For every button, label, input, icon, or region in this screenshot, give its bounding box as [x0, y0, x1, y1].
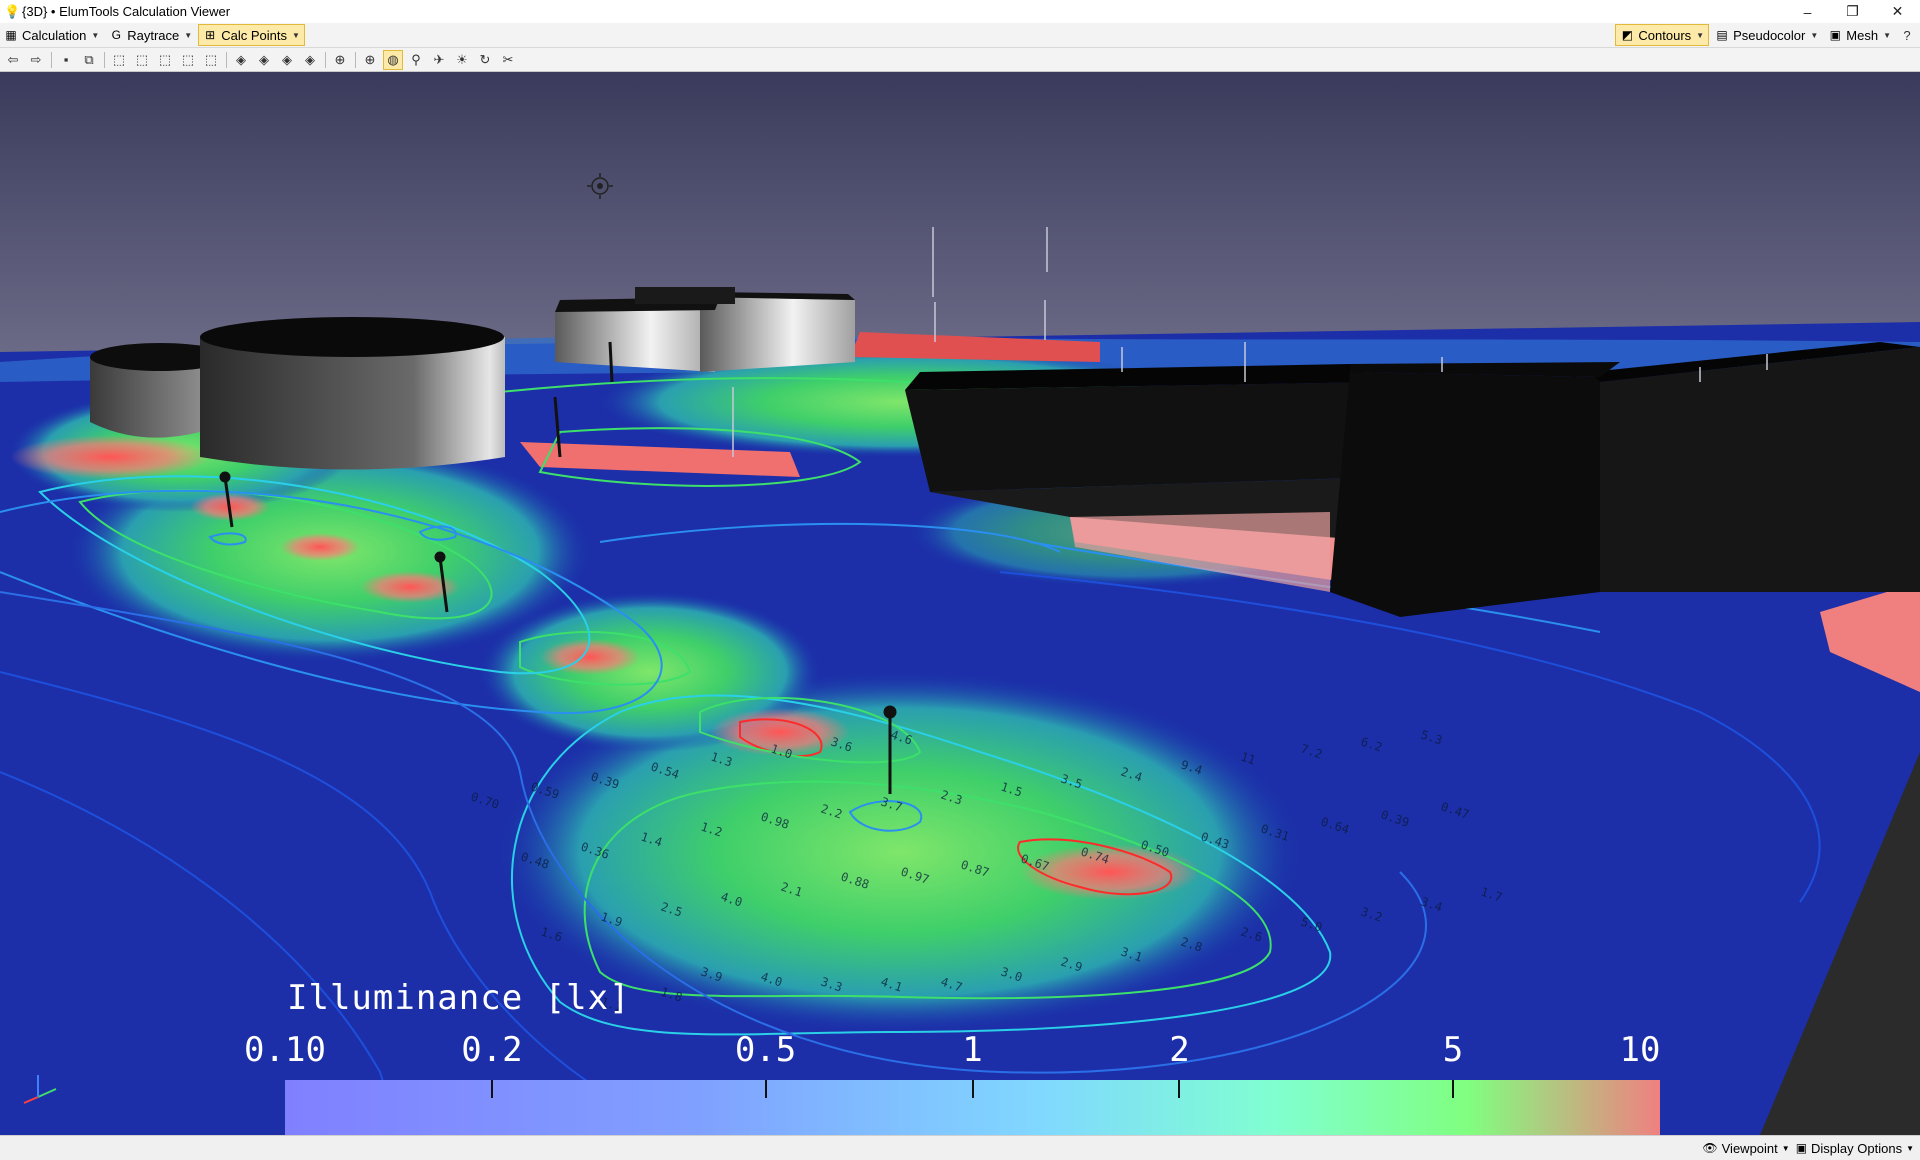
- legend-tick-label: 5: [1442, 1030, 1464, 1070]
- chevron-down-icon: ▼: [1810, 30, 1819, 40]
- toolbar-separator: [355, 51, 356, 68]
- toolbar-separator: [226, 51, 227, 68]
- lightbulb-icon[interactable]: ☀: [452, 50, 472, 70]
- hotspot: [280, 533, 360, 561]
- chevron-down-icon: ▼: [1696, 30, 1705, 40]
- view-iso-icon[interactable]: ⬚: [178, 50, 198, 70]
- calc-points-label: Calc Points: [221, 27, 287, 43]
- viewpoint-label: Viewpoint: [1721, 1140, 1778, 1156]
- mesh-label: Mesh: [1846, 27, 1879, 43]
- zoom-icon[interactable]: ⊕: [360, 50, 380, 70]
- legend-tick-label: 1: [962, 1030, 983, 1070]
- restore-button[interactable]: ❐: [1830, 0, 1875, 23]
- fly-icon[interactable]: ✈: [429, 50, 449, 70]
- chevron-down-icon: ▼: [1883, 30, 1891, 40]
- walk-icon[interactable]: ⚲: [406, 50, 426, 70]
- toolbar-separator: [325, 51, 326, 68]
- close-button[interactable]: ✕: [1875, 0, 1920, 23]
- pseudocolor-label: Pseudocolor: [1733, 27, 1806, 43]
- toolbar-separator: [51, 51, 52, 68]
- pole-head: [219, 471, 231, 483]
- grid-points-icon: ⊞: [205, 28, 216, 42]
- calc-points-dropdown[interactable]: ⊞ Calc Points ▼: [198, 24, 305, 46]
- display-options-dropdown[interactable]: ▣ Display Options ▼: [1796, 1141, 1914, 1156]
- help-icon[interactable]: ?: [1897, 25, 1917, 45]
- legend-tick-label: 2: [1169, 1030, 1190, 1070]
- pole-head: [434, 551, 446, 563]
- chevron-down-icon: ▼: [1781, 1143, 1790, 1153]
- monitor-icon: ▣: [1795, 1141, 1808, 1155]
- calculation-label: Calculation: [22, 27, 87, 43]
- spin-icon[interactable]: ◈: [300, 50, 320, 70]
- 3d-viewport[interactable]: 1.1 1.8 3.9 4.0 3.3 4.1 4.7 3.0 2.9 3.1 2.8 2.6 5.0 3…: [0, 72, 1920, 1135]
- view-top-icon[interactable]: ⬚: [109, 50, 129, 70]
- pseudocolor-dropdown[interactable]: ▤ Pseudocolor ▼: [1711, 24, 1822, 46]
- scene-canvas[interactable]: 1.1 1.83.9 4.0 3.3 4.1 4.7 3.0 2.9 3.1 2.8 2.6 5.0 3…: [0, 72, 1920, 1135]
- rotate-icon[interactable]: ◈: [277, 50, 297, 70]
- forward-icon[interactable]: ⇨: [26, 50, 46, 70]
- legend-tick-mark: [971, 1080, 974, 1098]
- mesh-dropdown[interactable]: ▣ Mesh ▼: [1824, 24, 1895, 46]
- pole-head: [883, 705, 897, 719]
- back-icon[interactable]: ⇦: [3, 50, 23, 70]
- calculator-icon: ▦: [5, 28, 17, 42]
- eye-icon: 👁: [1702, 1141, 1718, 1155]
- copy-icon[interactable]: ⧉: [79, 50, 99, 70]
- display-options-label: Display Options: [1811, 1140, 1903, 1156]
- chevron-down-icon: ▼: [184, 30, 193, 40]
- legend-tick-mark: [1178, 1080, 1181, 1098]
- toolbar-right-group: ◩ Contours ▼ ▤ Pseudocolor ▼ ▣ Mesh ▼ ?: [1615, 24, 1920, 46]
- building-back-center[interactable]: [555, 287, 855, 372]
- view-side-icon[interactable]: ⬚: [155, 50, 175, 70]
- legend-tick-label: 0.10: [244, 1030, 326, 1070]
- contours-icon: ◩: [1621, 28, 1634, 42]
- calculation-dropdown[interactable]: ▦ Calculation ▼: [0, 24, 103, 46]
- contours-label: Contours: [1638, 27, 1692, 43]
- save-icon[interactable]: ▪: [56, 50, 76, 70]
- mesh-icon: ▣: [1829, 28, 1841, 42]
- pseudocolor-icon: ▤: [1716, 28, 1728, 42]
- zoom-window-icon[interactable]: ⊕: [330, 50, 350, 70]
- raytrace-label: Raytrace: [127, 27, 180, 43]
- globe-icon[interactable]: ◍: [383, 49, 403, 70]
- legend-title: Illuminance [lx]: [287, 978, 631, 1018]
- building-cylinder-main[interactable]: [200, 317, 505, 470]
- status-bar: 👁 Viewpoint ▼ ▣ Display Options ▼: [0, 1135, 1920, 1160]
- refresh-icon[interactable]: ↻: [475, 50, 495, 70]
- view-front-icon[interactable]: ⬚: [132, 50, 152, 70]
- legend-tick-label: 10: [1619, 1030, 1661, 1070]
- orbit-icon[interactable]: ◈: [231, 50, 251, 70]
- legend-tick-label: 0.2: [461, 1030, 523, 1070]
- minimize-button[interactable]: –: [1785, 0, 1830, 23]
- window-controls: – ❐ ✕: [1785, 0, 1920, 23]
- main-toolbar: ▦ Calculation ▼ G Raytrace ▼ ⊞ Calc Poin…: [0, 23, 1920, 48]
- chevron-down-icon: ▼: [91, 30, 100, 40]
- pan-icon[interactable]: ◈: [254, 50, 274, 70]
- legend-tick-label: 0.5: [734, 1030, 797, 1070]
- toolbar-separator: [104, 51, 105, 68]
- legend-tick-mark: [1452, 1080, 1455, 1098]
- legend-tick-mark: [490, 1080, 493, 1098]
- legend-tick-mark: [764, 1080, 767, 1098]
- viewpoint-dropdown[interactable]: 👁 Viewpoint ▼: [1702, 1141, 1789, 1156]
- chevron-down-icon: ▼: [291, 30, 300, 40]
- raytrace-dropdown[interactable]: G Raytrace ▼: [105, 24, 196, 46]
- raytrace-icon: G: [111, 28, 121, 42]
- scissors-icon[interactable]: ✂: [498, 50, 518, 70]
- view-persp-icon[interactable]: ⬚: [201, 50, 221, 70]
- chevron-down-icon: ▼: [1906, 1143, 1914, 1153]
- lightbulb-app-icon: 💡: [4, 3, 21, 19]
- contours-dropdown[interactable]: ◩ Contours ▼: [1615, 24, 1710, 46]
- window-title: {3D} • ElumTools Calculation Viewer: [22, 4, 231, 19]
- title-bar: 💡 {3D} • ElumTools Calculation Viewer – …: [0, 0, 1920, 24]
- view-toolbar: ⇦ ⇨ ▪ ⧉ ⬚ ⬚ ⬚ ⬚ ⬚ ◈ ◈ ◈ ◈ ⊕ ⊕ ◍ ⚲ ✈ ☀ ↻ ✂: [0, 48, 1920, 72]
- hotspot: [10, 435, 210, 479]
